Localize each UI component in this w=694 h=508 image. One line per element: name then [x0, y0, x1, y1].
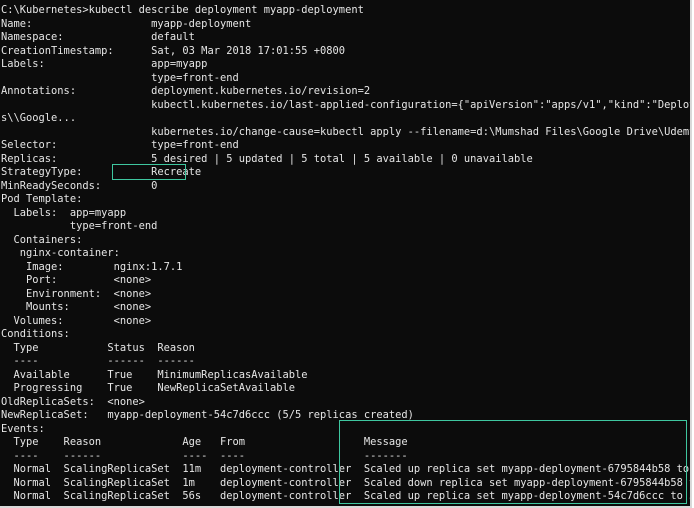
output-name: Name: myapp-deployment [1, 17, 252, 30]
conditions-separator: ---- ------ ------ [1, 355, 195, 367]
events-separator: ---- ------ ---- ---- ------- [1, 449, 408, 462]
output-replicas: Replicas: 5 desired | 5 updated | 5 tota… [1, 152, 533, 165]
output-pod-labels: Labels: app=myapp [1, 206, 127, 219]
output-old-replica-sets: OldReplicaSets: <none> [1, 395, 145, 408]
output-annotations: Annotations: deployment.kubernetes.io/re… [1, 85, 371, 97]
output-environment: Environment: <none> [1, 287, 152, 300]
output-strategy-type: StrategyType: Recreate [1, 166, 202, 178]
condition-row-progressing: Progressing True NewReplicaSetAvailable [1, 382, 296, 394]
event-row: Normal ScalingReplicaSet 56s deployment-… [1, 490, 692, 502]
output-events: Events: [1, 422, 45, 435]
event-row: Normal ScalingReplicaSet 11m deployment-… [1, 463, 692, 475]
output-labels-cont: type=front-end [1, 71, 239, 84]
output-selector: Selector: type=front-end [1, 139, 239, 151]
output-pod-template: Pod Template: [1, 193, 83, 205]
events-header: Type Reason Age From Message [1, 436, 408, 448]
condition-row-available: Available True MinimumReplicasAvailable [1, 368, 308, 381]
output-mounts: Mounts: <none> [1, 301, 152, 313]
output-port: Port: <none> [1, 274, 152, 286]
event-row: Normal ScalingReplicaSet 1m deployment-c… [1, 476, 692, 489]
output-namespace: Namespace: default [1, 31, 195, 43]
conditions-header: Type Status Reason [1, 341, 195, 354]
output-annotation-last-applied: kubectl.kubernetes.io/last-applied-confi… [151, 98, 690, 111]
output-creation-timestamp: CreationTimestamp: Sat, 03 Mar 2018 17:0… [1, 44, 346, 57]
output-container-name: nginx-container: [1, 247, 120, 259]
terminal-window[interactable]: C:\Kubernetes>kubectl describe deploymen… [0, 0, 692, 508]
output-new-replica-set: NewReplicaSet: myapp-deployment-54c7d6cc… [1, 409, 414, 421]
command-line: C:\Kubernetes>kubectl describe deploymen… [1, 4, 364, 16]
output-volumes: Volumes: <none> [1, 314, 152, 327]
output-annotation-wrap: s\\Google... [1, 112, 77, 124]
output-image: Image: nginx:1.7.1 [1, 260, 183, 273]
output-labels: Labels: app=myapp [1, 58, 208, 70]
output-pod-labels-cont: type=front-end [1, 220, 158, 232]
output-conditions: Conditions: [1, 328, 70, 340]
output-containers: Containers: [1, 233, 83, 246]
output-min-ready-seconds: MinReadySeconds: 0 [1, 179, 158, 192]
output-annotation-change-cause: kubernetes.io/change-cause=kubectl apply… [151, 125, 690, 138]
